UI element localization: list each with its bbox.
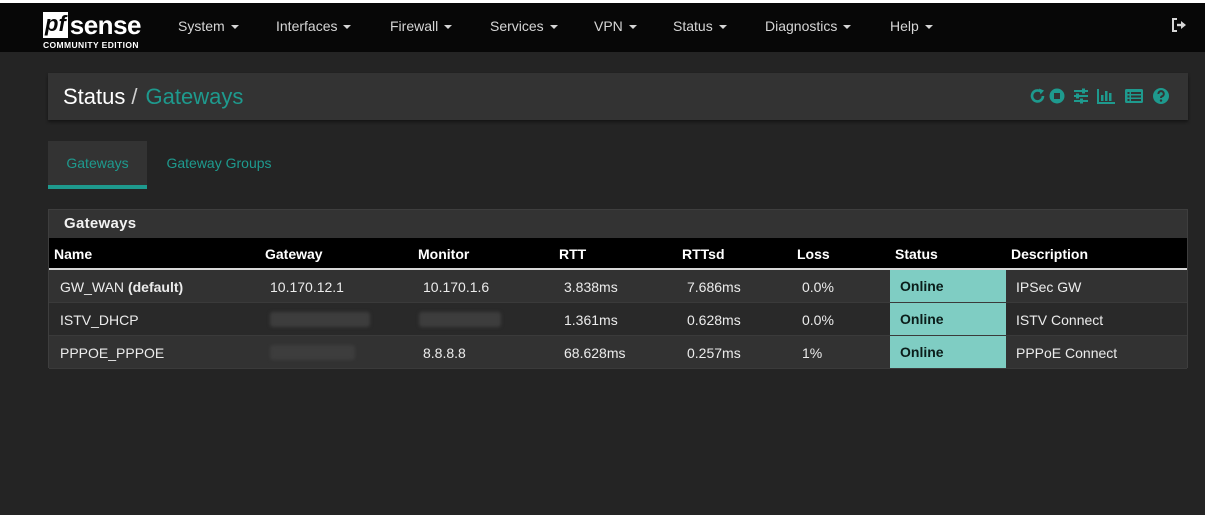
nav-firewall-label: Firewall: [390, 18, 439, 34]
column-header-loss: Loss: [797, 246, 830, 262]
status-badge: Online: [890, 270, 1006, 302]
rttsd-value: 0.257ms: [687, 345, 741, 361]
nav-diagnostics[interactable]: Diagnostics: [765, 3, 852, 52]
rtt-value: 3.838ms: [564, 279, 618, 295]
logo-sense: sense: [69, 10, 142, 40]
tab-gateways[interactable]: Gateways: [48, 141, 147, 189]
gateway-description: IPSec GW: [1016, 279, 1082, 295]
redacted-gateway-address: [270, 345, 355, 360]
nav-services[interactable]: Services: [490, 3, 558, 52]
nav-status-label: Status: [673, 18, 713, 34]
column-header-rttsd: RTTsd: [682, 246, 725, 262]
gateway-name: PPPOE_PPPOE: [60, 345, 165, 361]
refresh-icon[interactable]: [1029, 87, 1047, 105]
loss-value: 0.0%: [802, 279, 834, 295]
page-header: Status / Gateways: [48, 73, 1188, 120]
breadcrumb-status: Status: [63, 84, 126, 109]
rttsd-value: 7.686ms: [687, 279, 741, 295]
sliders-icon[interactable]: [1072, 87, 1090, 105]
column-header-status: Status: [895, 246, 938, 262]
column-header-gateway: Gateway: [265, 246, 323, 262]
gateway-address: 10.170.12.1: [270, 279, 344, 295]
rttsd-value: 0.628ms: [687, 312, 741, 328]
caret-down-icon: [444, 25, 453, 30]
caret-down-icon: [549, 25, 558, 30]
caret-down-icon: [718, 25, 727, 30]
question-circle-icon[interactable]: [1152, 87, 1170, 105]
monitor-address: 8.8.8.8: [423, 345, 466, 361]
column-header-description: Description: [1011, 246, 1089, 262]
table-row: ISTV_DHCP 1.361ms 0.628ms 0.0% Online IS…: [49, 303, 1187, 336]
table-header: Name Gateway Monitor RTT RTTsd Loss Stat…: [49, 238, 1187, 270]
breadcrumb-separator: /: [131, 84, 138, 109]
caret-down-icon: [924, 25, 933, 30]
top-navbar: pf sense COMMUNITY EDITION System Interfa…: [0, 0, 1205, 52]
nav-help-label: Help: [890, 18, 919, 34]
table-row: GW_WAN (default) 10.170.12.1 10.170.1.6 …: [49, 270, 1187, 303]
nav-interfaces-label: Interfaces: [276, 18, 338, 34]
nav-vpn[interactable]: VPN: [594, 3, 637, 52]
nav-system-label: System: [178, 18, 225, 34]
gateway-name: GW_WAN (default): [60, 279, 183, 295]
gateway-description: PPPoE Connect: [1016, 345, 1118, 361]
logo-wordmark: pf sense: [43, 8, 142, 40]
panel-heading: Gateways: [49, 210, 1187, 238]
logo-pf: pf: [43, 11, 68, 38]
rtt-value: 68.628ms: [564, 345, 626, 361]
pfsense-logo[interactable]: pf sense COMMUNITY EDITION: [43, 8, 151, 52]
gateway-name-text: GW_WAN: [60, 279, 125, 295]
rtt-value: 1.361ms: [564, 312, 618, 328]
column-header-rtt: RTT: [559, 246, 587, 262]
redacted-monitor-address: [419, 312, 501, 327]
column-header-name: Name: [54, 246, 93, 262]
caret-down-icon: [230, 25, 239, 30]
nav-diagnostics-label: Diagnostics: [765, 18, 838, 34]
redacted-gateway-address: [270, 312, 370, 327]
nav-interfaces[interactable]: Interfaces: [276, 3, 352, 52]
breadcrumb: Status / Gateways: [63, 84, 243, 110]
bar-chart-icon[interactable]: [1096, 87, 1115, 105]
loss-value: 0.0%: [802, 312, 834, 328]
list-alt-icon[interactable]: [1124, 87, 1143, 105]
tab-gateway-groups[interactable]: Gateway Groups: [156, 141, 282, 189]
gateway-description: ISTV Connect: [1016, 312, 1104, 328]
gateway-name: ISTV_DHCP: [60, 312, 139, 328]
nav-services-label: Services: [490, 18, 544, 34]
panel-title: Gateways: [64, 215, 137, 232]
nav-vpn-label: VPN: [594, 18, 623, 34]
breadcrumb-gateways-link[interactable]: Gateways: [146, 84, 244, 109]
nav-status[interactable]: Status: [673, 3, 727, 52]
column-header-monitor: Monitor: [418, 246, 470, 262]
nav-system[interactable]: System: [178, 3, 239, 52]
status-badge: Online: [890, 303, 1006, 335]
gateways-panel: Gateways Name Gateway Monitor RTT RTTsd …: [48, 209, 1188, 369]
status-badge: Online: [890, 336, 1006, 368]
monitor-address: 10.170.1.6: [423, 279, 490, 295]
table-row: PPPOE_PPPOE 8.8.8.8 68.628ms 0.257ms 1% …: [49, 336, 1187, 369]
caret-down-icon: [628, 25, 637, 30]
caret-down-icon: [843, 25, 852, 30]
stop-circle-icon[interactable]: [1048, 87, 1066, 105]
sign-out-icon[interactable]: [1170, 16, 1188, 34]
nav-firewall[interactable]: Firewall: [390, 3, 453, 52]
logo-subtitle: COMMUNITY EDITION: [43, 40, 139, 50]
loss-value: 1%: [802, 345, 823, 361]
caret-down-icon: [343, 25, 352, 30]
default-label: (default): [127, 279, 184, 295]
nav-help[interactable]: Help: [890, 3, 933, 52]
